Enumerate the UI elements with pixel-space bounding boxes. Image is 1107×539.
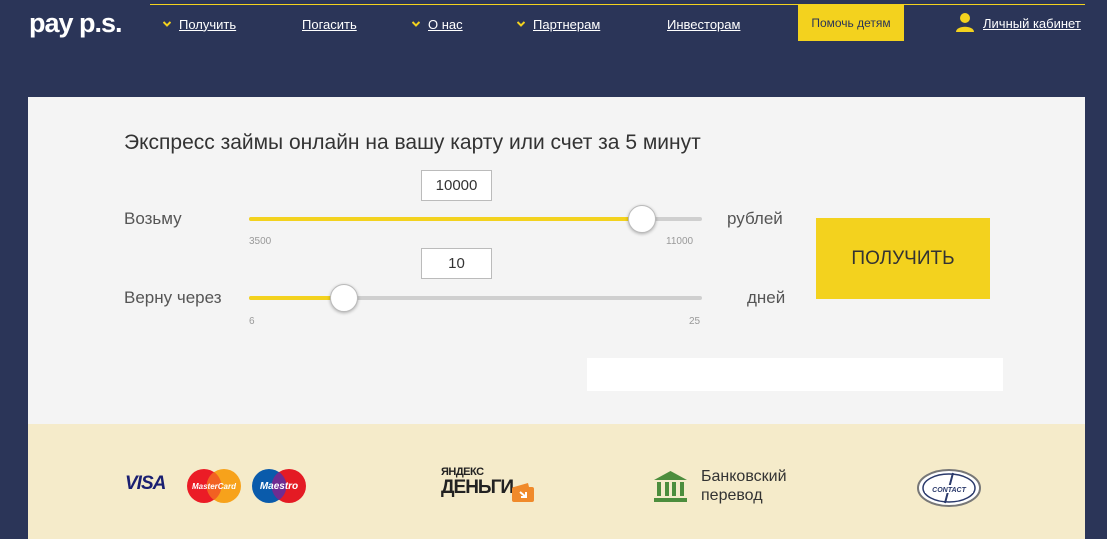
term-unit-label: дней [747,288,786,307]
get-loan-button[interactable]: ПОЛУЧИТЬ [816,218,990,299]
visa-logo: VISA [125,473,166,494]
bank-line-2: перевод [701,487,763,504]
maestro-logo: Maestro [252,469,306,503]
amount-max-label: 11000 [666,236,694,247]
amount-label: Возьму [124,209,182,228]
chevron-down-icon [163,20,171,28]
nav-item-partners[interactable]: Партнерам [517,15,600,33]
payment-methods-strip: VISA MasterCard Maestro ЯНДЕКС ДЕНЬГИ Ба… [28,424,1085,539]
amount-unit-label: рублей [727,209,783,228]
header-accent-line [150,4,1085,5]
nav-item-label: Погасить [302,16,357,32]
nav-item-label: О нас [428,16,463,32]
personal-cabinet-link[interactable]: Личный кабинет [955,12,1081,35]
user-icon [955,12,975,35]
loan-calculator: Экспресс займы онлайн на вашу карту или … [28,97,1085,427]
term-slider-handle[interactable] [330,284,359,312]
chevron-down-icon [412,20,420,28]
contact-text: CONTACT [932,487,966,494]
logo-ps-text: p.s. [79,8,123,38]
term-value-field[interactable]: 10 [421,248,492,279]
term-max-label: 25 [689,316,701,327]
amount-slider-fill [249,217,642,221]
mastercard-logo: MasterCard [187,469,241,503]
top-navbar: pay p.s. Получить Погасить О нас Партнер… [0,0,1107,50]
page-title: Экспресс займы онлайн на вашу карту или … [124,131,701,154]
term-min-label: 6 [249,316,255,327]
bank-line-1: Банковский [701,468,787,485]
term-slider-track[interactable] [249,296,702,300]
nav-item-label: Инвесторам [667,16,741,32]
yandex-bottom-text: ДЕНЬГИ [441,477,514,498]
bank-icon [654,471,687,502]
amount-min-label: 3500 [249,236,272,247]
term-label: Верну через [124,288,222,307]
nav-item-label: Партнерам [533,16,601,32]
yandex-money-logo: ЯНДЕКС ДЕНЬГИ [441,466,514,498]
chevron-down-icon [517,20,525,28]
nav-item-about[interactable]: О нас [412,15,463,33]
logo-pay-text: pay [29,8,74,38]
empty-info-box [587,358,1003,391]
amount-slider-handle[interactable] [627,205,656,233]
nav-item-repay[interactable]: Погасить [302,15,357,33]
cabinet-label: Личный кабинет [983,16,1081,31]
nav-item-receive[interactable]: Получить [163,15,236,33]
nav-item-investors[interactable]: Инвесторам [667,15,740,33]
help-children-button[interactable]: Помочь детям [798,5,904,41]
mastercard-text: MasterCard [192,482,237,491]
bank-transfer-label: Банковский перевод [701,467,821,505]
maestro-text: Maestro [260,481,298,492]
brand-logo[interactable]: pay p.s. [29,8,123,39]
nav-item-label: Получить [179,16,237,32]
wallet-icon [512,483,534,502]
contact-logo: CONTACT [917,469,981,507]
amount-value-field[interactable]: 10000 [421,170,492,201]
